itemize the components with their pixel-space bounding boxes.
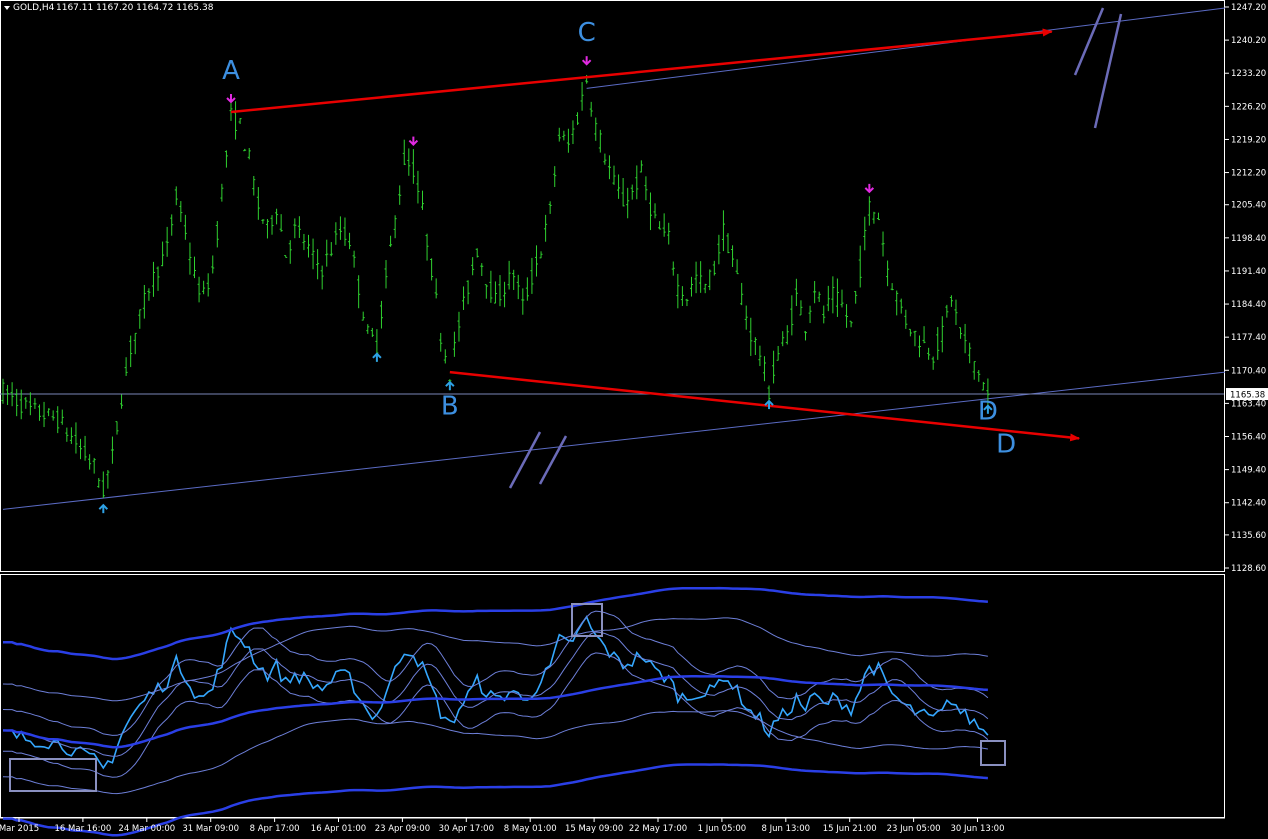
y-tick-label: 1128.60 [1231,564,1266,574]
x-tick-label: 15 Jun 21:00 [823,824,877,834]
ohlc-label: 1167.11 1167.20 1164.72 1165.38 [56,3,214,13]
trend-arrow [230,28,1053,114]
y-tick-label: 1135.60 [1231,531,1266,541]
x-tick-label: 24 Mar 00:00 [118,824,175,834]
y-tick-label: 1149.40 [1231,466,1266,476]
triangle-down-icon [4,6,10,10]
thin-band-lower [3,652,989,778]
x-tick-label: 16 Mar 16:00 [55,824,112,834]
point-label-A: A [222,56,240,86]
thick-band-upper [2,586,989,661]
break-mark [508,431,542,489]
x-tick-label: 30 Jun 13:00 [951,824,1005,834]
y-tick-label: 1191.40 [1231,267,1266,277]
x-tick-label: 22 May 17:00 [629,824,687,834]
y-tick-label: 1142.40 [1231,499,1266,509]
x-tick-label: Mar 2015 [0,824,39,834]
symbol-label: GOLD,H4 [13,3,55,13]
y-tick-label: 1247.20 [1231,3,1266,13]
x-tick-label: 8 May 01:00 [504,824,557,834]
break-mark [1093,13,1123,129]
marker-box [980,740,1006,766]
x-tick-label: 31 Mar 09:00 [182,824,239,834]
y-tick-label: 1177.40 [1231,333,1266,343]
x-tick-label: 1 Jun 05:00 [698,824,747,834]
channel-line-lower [2,371,1226,510]
point-label-B: B [441,392,459,422]
y-tick-label: 1240.20 [1231,36,1266,46]
thin-band-upper [2,610,989,736]
y-tick-label: 1156.40 [1231,433,1266,443]
marker-box [9,758,97,792]
axis-layer: 1247.20 1240.20 1233.20 1226.20 1219.20 1212.… [0,3,1268,834]
price-layer: A B C DD [0,7,1226,514]
x-tick-label: 8 Apr 17:00 [250,824,300,834]
y-tick-label: 1184.40 [1231,300,1266,310]
y-tick-label: 1205.40 [1231,201,1266,211]
chart-window: A B C DD 1247.20 1240.20 1233.20 1226.20 1219.2… [0,0,1268,839]
price-panel-frame [0,0,1225,572]
point-label-D: D [996,430,1016,460]
x-tick-label: 30 Apr 17:00 [439,824,494,834]
indicator-layer [2,586,1006,837]
x-tick-label: 16 Apr 01:00 [311,824,366,834]
y-tick-label: 1233.20 [1231,69,1266,79]
y-tick-label: 1212.20 [1231,169,1266,179]
y-tick-label: 1163.40 [1231,399,1266,409]
y-tick-label: 1219.20 [1231,135,1266,145]
chart-canvas: A B C DD 1247.20 1240.20 1233.20 1226.20 1219.2… [0,0,1268,837]
point-label-C: C [578,18,596,48]
channel-line-upper [586,7,1226,89]
indicator-panel-frame [0,574,1225,818]
point-label-D: D [978,396,998,426]
thick-band-mid [2,675,988,749]
current-price-label: 1165.38 [1230,391,1265,401]
break-mark [538,435,568,485]
mid-band-lower [2,710,988,795]
x-tick-label: 8 Jun 13:00 [762,824,811,834]
mid-band-upper [2,617,988,702]
y-tick-label: 1170.40 [1231,366,1266,376]
y-tick-label: 1226.20 [1231,102,1266,112]
break-mark [1073,7,1105,76]
y-tick-label: 1198.40 [1231,234,1266,244]
x-tick-label: 23 Jun 05:00 [887,824,941,834]
x-tick-label: 15 May 09:00 [565,824,623,834]
x-tick-label: 23 Apr 09:00 [375,824,430,834]
